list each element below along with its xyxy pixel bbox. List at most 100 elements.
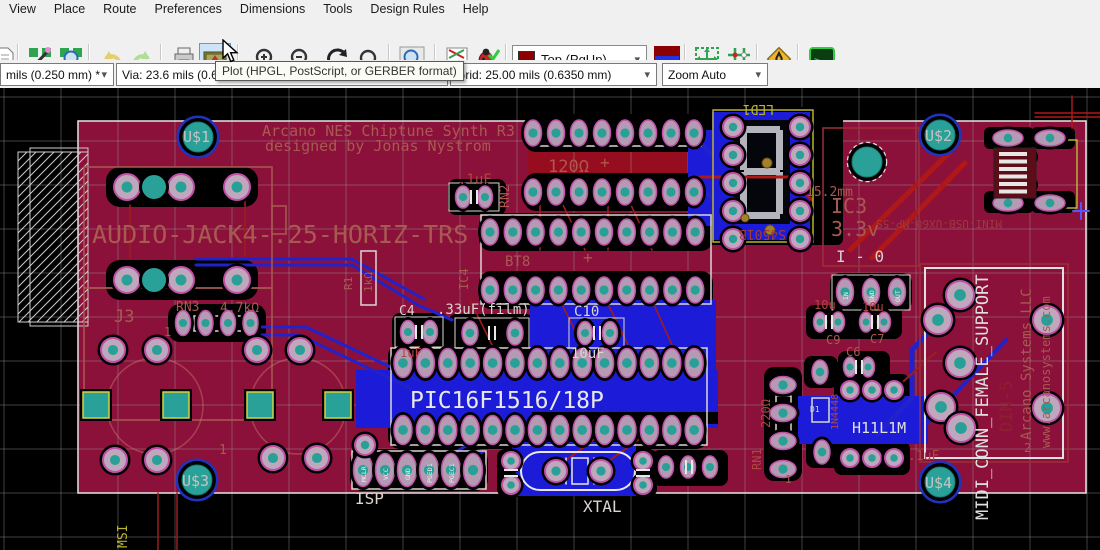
pcb-text: C6 xyxy=(846,345,860,359)
pcb-prow xyxy=(809,357,832,388)
pcb-text: C4 xyxy=(399,304,415,319)
pcb-text: DIN-5 xyxy=(997,381,1017,432)
svg-text:Arcano Systems LLC: Arcano Systems LLC xyxy=(1019,288,1035,440)
menu-view[interactable]: View xyxy=(0,1,45,17)
pcb-round xyxy=(838,378,863,403)
pcb-text: RN2 xyxy=(498,185,513,208)
pcb-sq xyxy=(160,389,192,421)
pcb-text: 220Ω xyxy=(759,399,773,428)
svg-text:PIC16F1516/18P: PIC16F1516/18P xyxy=(410,388,604,414)
svg-text:U$2: U$2 xyxy=(925,127,952,145)
svg-text:C4: C4 xyxy=(399,304,415,319)
pcb-round xyxy=(882,446,907,471)
pcb-text: 2 xyxy=(1024,441,1031,455)
pcb-text: designed by Jonas Nystrom xyxy=(265,137,491,155)
pcb-text: MSI xyxy=(116,525,131,548)
pcb-text: IC3 xyxy=(831,194,867,218)
pcb-text: C10 xyxy=(574,304,599,320)
pcb-text: 4.7kΩ xyxy=(220,301,259,316)
pcb-text: www.arcanosystems.com xyxy=(1039,296,1053,448)
pcb-text: U$4 xyxy=(925,474,952,492)
menu-route[interactable]: Route xyxy=(94,1,145,17)
svg-text:+: + xyxy=(583,248,593,267)
svg-text:.1uF: .1uF xyxy=(908,449,939,464)
pcb-editor-window: ViewPlaceRoutePreferencesDimensionsTools… xyxy=(0,0,1100,550)
svg-text:1N4448: 1N4448 xyxy=(830,394,841,430)
svg-text:XTAL: XTAL xyxy=(583,497,622,516)
svg-text:10u: 10u xyxy=(814,298,836,312)
pcb-rect xyxy=(744,126,780,133)
pcb-text: RN1 xyxy=(750,448,764,470)
svg-text:S4501B: S4501B xyxy=(739,226,786,241)
chevron-down-icon: ▾ xyxy=(755,68,761,81)
menu-dimensions[interactable]: Dimensions xyxy=(231,1,314,17)
svg-text:www.arcanosystems.com: www.arcanosystems.com xyxy=(1039,296,1053,448)
pcb-text: MINI-USB-UX60-MP-5S xyxy=(876,217,1002,230)
svg-text:120Ω: 120Ω xyxy=(548,157,589,177)
pcb-sq xyxy=(80,389,112,421)
svg-text:BT8: BT8 xyxy=(505,254,530,270)
pcb-text: J3 xyxy=(114,307,134,327)
pcb-text: S4501B xyxy=(739,226,786,241)
pcb-round xyxy=(302,443,333,474)
pcb-canvas[interactable]: Arcano NES Chiptune Synth R3designed by … xyxy=(0,88,1100,550)
svg-text:U$4: U$4 xyxy=(925,474,952,492)
zoom-dropdown[interactable]: Zoom Auto▾ xyxy=(662,63,768,86)
pcb-rect xyxy=(999,167,1027,171)
pcb-round xyxy=(111,264,144,297)
menu-place[interactable]: Place xyxy=(45,1,94,17)
pcb-text: D1 xyxy=(810,405,820,414)
svg-text:C9: C9 xyxy=(826,333,840,347)
pcb-round xyxy=(165,264,198,297)
pcb-rect xyxy=(776,130,783,170)
pcb-text: Arcano Systems LLC xyxy=(1019,288,1035,440)
svg-text:RN2: RN2 xyxy=(498,185,513,208)
svg-text:RN1: RN1 xyxy=(750,448,764,470)
pcb-round xyxy=(352,432,379,459)
menu-preferences[interactable]: Preferences xyxy=(146,1,231,17)
svg-text:J3: J3 xyxy=(114,307,134,327)
menu-help[interactable]: Help xyxy=(454,1,498,17)
grid-dropdown[interactable]: Grid: 25.00 mils (0.6350 mm)▾ xyxy=(450,63,657,86)
pcb-prow xyxy=(811,437,834,468)
pcb-round xyxy=(860,378,885,403)
pcb-text: U$3 xyxy=(182,472,209,490)
svg-text:I - 0: I - 0 xyxy=(836,247,884,266)
pcb-round xyxy=(542,457,571,486)
pcb-text: 3.3v xyxy=(831,217,879,241)
menu-tools[interactable]: Tools xyxy=(314,1,361,17)
svg-text:U$3: U$3 xyxy=(182,472,209,490)
svg-text:PGED1: PGED1 xyxy=(426,463,434,483)
plot-tooltip: Plot (HPGL, PostScript, or GERBER format… xyxy=(215,61,464,81)
svg-text:H11L1M: H11L1M xyxy=(852,419,906,437)
svg-text:4.7kΩ: 4.7kΩ xyxy=(220,301,259,316)
menu-design-rules[interactable]: Design Rules xyxy=(361,1,453,17)
pcb-text: .1uF xyxy=(458,172,492,188)
pcb-text: PIC16F1516/18P xyxy=(410,388,604,414)
pcb-round xyxy=(258,443,289,474)
svg-text:+: + xyxy=(600,153,610,172)
menu-bar: ViewPlaceRoutePreferencesDimensionsTools… xyxy=(0,0,1100,18)
mount-hole xyxy=(848,143,886,181)
svg-text:.1uF: .1uF xyxy=(458,172,492,188)
svg-text:ISP: ISP xyxy=(355,489,384,508)
pcb-text: 1 xyxy=(219,443,227,458)
svg-text:AUDIO-JACK4-.25-HORIZ-TRS: AUDIO-JACK4-.25-HORIZ-TRS xyxy=(92,220,468,249)
svg-text:1: 1 xyxy=(785,473,792,486)
pcb-circ xyxy=(762,158,772,168)
pcb-round xyxy=(221,171,254,204)
pcb-teal xyxy=(139,172,169,202)
svg-text:3.3v: 3.3v xyxy=(831,217,879,241)
pcb-text: PGED1 xyxy=(426,463,434,483)
seven-seg-pads xyxy=(787,114,814,253)
pcb-round xyxy=(242,335,273,366)
svg-text:OUT: OUT xyxy=(894,290,902,302)
track-width-dropdown[interactable]: mils (0.250 mm) *▾ xyxy=(0,63,114,86)
pcb-text: 10uF xyxy=(571,346,605,362)
svg-text:C6: C6 xyxy=(846,345,860,359)
pcb-rect xyxy=(999,190,1027,194)
svg-text:1uF: 1uF xyxy=(400,346,422,360)
svg-text:10uF: 10uF xyxy=(571,346,605,362)
pcb-text: ISP xyxy=(355,489,384,508)
svg-text:RN3: RN3 xyxy=(176,300,199,315)
